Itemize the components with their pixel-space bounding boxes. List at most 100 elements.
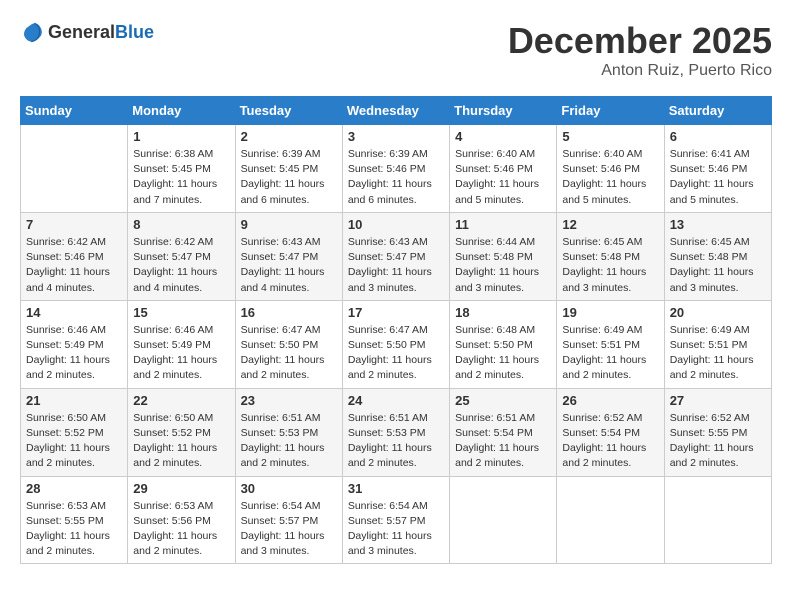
weekday-header-saturday: Saturday (664, 97, 771, 125)
calendar-cell: 31Sunrise: 6:54 AM Sunset: 5:57 PM Dayli… (342, 476, 449, 564)
weekday-header-monday: Monday (128, 97, 235, 125)
day-number: 22 (133, 393, 229, 408)
day-info: Sunrise: 6:48 AM Sunset: 5:50 PM Dayligh… (455, 323, 551, 384)
day-number: 26 (562, 393, 658, 408)
day-number: 6 (670, 129, 766, 144)
calendar-week-row: 1 Sunrise: 6:38 AM Sunset: 5:45 PM Daylig… (21, 125, 772, 213)
day-number: 17 (348, 305, 444, 320)
calendar-cell (557, 476, 664, 564)
title-area: December 2025 Anton Ruiz, Puerto Rico (508, 20, 772, 80)
day-info: Sunrise: 6:44 AM Sunset: 5:48 PM Dayligh… (455, 235, 551, 296)
calendar-cell: 2 Sunrise: 6:39 AM Sunset: 5:45 PM Daylig… (235, 125, 342, 213)
day-info: Sunrise: 6:40 AM Sunset: 5:46 PM Dayligh… (455, 147, 551, 208)
day-info: Sunrise: 6:49 AM Sunset: 5:51 PM Dayligh… (670, 323, 766, 384)
calendar-cell: 8 Sunrise: 6:42 AM Sunset: 5:47 PM Daylig… (128, 212, 235, 300)
day-info: Sunrise: 6:54 AM Sunset: 5:57 PM Dayligh… (241, 499, 337, 560)
page-header: GeneralBlue December 2025 Anton Ruiz, Pu… (20, 20, 772, 80)
day-info: Sunrise: 6:39 AM Sunset: 5:45 PM Dayligh… (241, 147, 337, 208)
day-number: 1 (133, 129, 229, 144)
day-number: 21 (26, 393, 122, 408)
calendar-week-row: 14 Sunrise: 6:46 AM Sunset: 5:49 PM Dayli… (21, 300, 772, 388)
day-info: Sunrise: 6:42 AM Sunset: 5:47 PM Dayligh… (133, 235, 229, 296)
day-info: Sunrise: 6:49 AM Sunset: 5:51 PM Dayligh… (562, 323, 658, 384)
day-number: 13 (670, 217, 766, 232)
calendar-cell: 16 Sunrise: 6:47 AM Sunset: 5:50 PM Dayli… (235, 300, 342, 388)
calendar-cell: 20 Sunrise: 6:49 AM Sunset: 5:51 PM Dayli… (664, 300, 771, 388)
logo-blue: Blue (115, 22, 154, 42)
calendar-cell: 23 Sunrise: 6:51 AM Sunset: 5:53 PM Dayli… (235, 388, 342, 476)
day-number: 30 (241, 481, 337, 496)
day-info: Sunrise: 6:51 AM Sunset: 5:53 PM Dayligh… (348, 411, 444, 472)
day-number: 15 (133, 305, 229, 320)
day-number: 29 (133, 481, 229, 496)
weekday-header-tuesday: Tuesday (235, 97, 342, 125)
calendar-cell: 28Sunrise: 6:53 AM Sunset: 5:55 PM Dayli… (21, 476, 128, 564)
calendar-cell: 18Sunrise: 6:48 AM Sunset: 5:50 PM Dayli… (450, 300, 557, 388)
calendar-cell: 30 Sunrise: 6:54 AM Sunset: 5:57 PM Dayli… (235, 476, 342, 564)
calendar-week-row: 7Sunrise: 6:42 AM Sunset: 5:46 PM Daylig… (21, 212, 772, 300)
day-number: 24 (348, 393, 444, 408)
day-number: 28 (26, 481, 122, 496)
calendar-cell: 14Sunrise: 6:46 AM Sunset: 5:49 PM Dayli… (21, 300, 128, 388)
calendar-cell: 3Sunrise: 6:39 AM Sunset: 5:46 PM Daylig… (342, 125, 449, 213)
calendar-cell (450, 476, 557, 564)
day-info: Sunrise: 6:40 AM Sunset: 5:46 PM Dayligh… (562, 147, 658, 208)
logo-general: General (48, 22, 115, 42)
day-number: 20 (670, 305, 766, 320)
calendar-cell: 27Sunrise: 6:52 AM Sunset: 5:55 PM Dayli… (664, 388, 771, 476)
day-info: Sunrise: 6:52 AM Sunset: 5:54 PM Dayligh… (562, 411, 658, 472)
calendar-cell: 7Sunrise: 6:42 AM Sunset: 5:46 PM Daylig… (21, 212, 128, 300)
calendar-cell: 11 Sunrise: 6:44 AM Sunset: 5:48 PM Dayli… (450, 212, 557, 300)
day-number: 12 (562, 217, 658, 232)
month-title: December 2025 (508, 20, 772, 62)
weekday-header-sunday: Sunday (21, 97, 128, 125)
day-number: 4 (455, 129, 551, 144)
calendar-cell: 13Sunrise: 6:45 AM Sunset: 5:48 PM Dayli… (664, 212, 771, 300)
logo: GeneralBlue (20, 20, 154, 44)
day-info: Sunrise: 6:54 AM Sunset: 5:57 PM Dayligh… (348, 499, 444, 560)
day-info: Sunrise: 6:39 AM Sunset: 5:46 PM Dayligh… (348, 147, 444, 208)
weekday-header-thursday: Thursday (450, 97, 557, 125)
calendar-table: SundayMondayTuesdayWednesdayThursdayFrid… (20, 96, 772, 564)
day-info: Sunrise: 6:52 AM Sunset: 5:55 PM Dayligh… (670, 411, 766, 472)
calendar-cell: 10 Sunrise: 6:43 AM Sunset: 5:47 PM Dayli… (342, 212, 449, 300)
day-number: 16 (241, 305, 337, 320)
calendar-cell (664, 476, 771, 564)
day-info: Sunrise: 6:43 AM Sunset: 5:47 PM Dayligh… (241, 235, 337, 296)
day-info: Sunrise: 6:50 AM Sunset: 5:52 PM Dayligh… (26, 411, 122, 472)
weekday-header-wednesday: Wednesday (342, 97, 449, 125)
day-number: 11 (455, 217, 551, 232)
day-info: Sunrise: 6:53 AM Sunset: 5:56 PM Dayligh… (133, 499, 229, 560)
day-number: 7 (26, 217, 122, 232)
calendar-cell: 19Sunrise: 6:49 AM Sunset: 5:51 PM Dayli… (557, 300, 664, 388)
calendar-cell: 26 Sunrise: 6:52 AM Sunset: 5:54 PM Dayli… (557, 388, 664, 476)
logo-icon (20, 20, 44, 44)
calendar-cell: 15 Sunrise: 6:46 AM Sunset: 5:49 PM Dayli… (128, 300, 235, 388)
calendar-cell: 25Sunrise: 6:51 AM Sunset: 5:54 PM Dayli… (450, 388, 557, 476)
day-info: Sunrise: 6:43 AM Sunset: 5:47 PM Dayligh… (348, 235, 444, 296)
weekday-header-row: SundayMondayTuesdayWednesdayThursdayFrid… (21, 97, 772, 125)
day-info: Sunrise: 6:41 AM Sunset: 5:46 PM Dayligh… (670, 147, 766, 208)
calendar-week-row: 21 Sunrise: 6:50 AM Sunset: 5:52 PM Dayli… (21, 388, 772, 476)
day-info: Sunrise: 6:47 AM Sunset: 5:50 PM Dayligh… (241, 323, 337, 384)
day-number: 25 (455, 393, 551, 408)
day-info: Sunrise: 6:51 AM Sunset: 5:53 PM Dayligh… (241, 411, 337, 472)
day-number: 9 (241, 217, 337, 232)
calendar-cell: 29 Sunrise: 6:53 AM Sunset: 5:56 PM Dayli… (128, 476, 235, 564)
calendar-cell: 24 Sunrise: 6:51 AM Sunset: 5:53 PM Dayli… (342, 388, 449, 476)
day-info: Sunrise: 6:38 AM Sunset: 5:45 PM Dayligh… (133, 147, 229, 208)
day-number: 2 (241, 129, 337, 144)
day-number: 23 (241, 393, 337, 408)
day-number: 14 (26, 305, 122, 320)
calendar-cell: 6 Sunrise: 6:41 AM Sunset: 5:46 PM Daylig… (664, 125, 771, 213)
calendar-cell: 12Sunrise: 6:45 AM Sunset: 5:48 PM Dayli… (557, 212, 664, 300)
calendar-cell (21, 125, 128, 213)
day-number: 8 (133, 217, 229, 232)
day-info: Sunrise: 6:46 AM Sunset: 5:49 PM Dayligh… (133, 323, 229, 384)
calendar-cell: 5Sunrise: 6:40 AM Sunset: 5:46 PM Daylig… (557, 125, 664, 213)
calendar-week-row: 28Sunrise: 6:53 AM Sunset: 5:55 PM Dayli… (21, 476, 772, 564)
calendar-cell: 22Sunrise: 6:50 AM Sunset: 5:52 PM Dayli… (128, 388, 235, 476)
day-number: 10 (348, 217, 444, 232)
logo-text: GeneralBlue (48, 22, 154, 43)
calendar-cell: 9 Sunrise: 6:43 AM Sunset: 5:47 PM Daylig… (235, 212, 342, 300)
